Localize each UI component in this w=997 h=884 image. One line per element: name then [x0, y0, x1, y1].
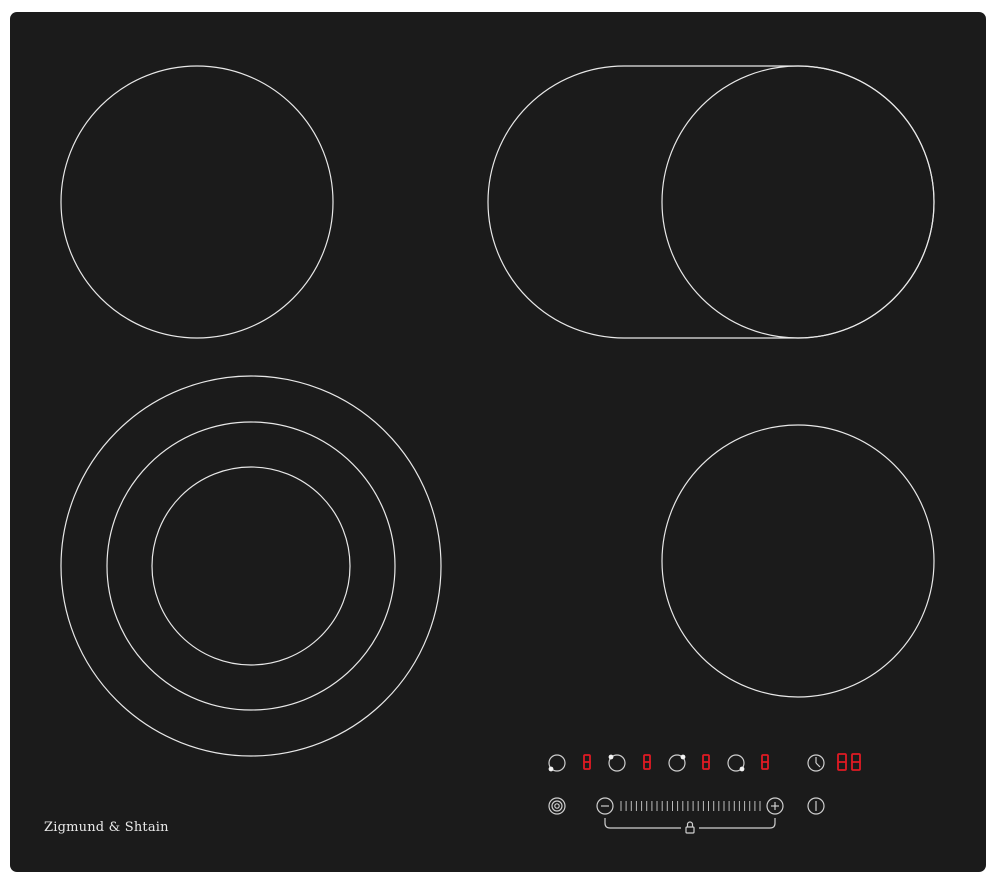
zone-selector-front-right[interactable]	[727, 754, 769, 772]
power-button[interactable]	[807, 797, 825, 815]
zone-front-left-outer	[60, 375, 442, 757]
zone-rear-left	[60, 65, 334, 339]
power-slider[interactable]	[620, 801, 761, 811]
lock-button[interactable]	[685, 821, 695, 834]
zone-rear-right-display	[702, 754, 710, 770]
zone-rear-left-display	[643, 754, 651, 770]
zone-selector-front-left[interactable]	[548, 754, 591, 772]
timer-button[interactable]	[807, 754, 825, 772]
zone-selector-rear-left[interactable]	[608, 754, 651, 772]
lock-icon	[685, 821, 695, 834]
timer-display	[837, 753, 861, 771]
lock-bracket-left	[604, 818, 681, 829]
plus-button[interactable]	[766, 797, 784, 815]
zone-rear-right-inner	[661, 65, 935, 339]
lock-bracket-right	[699, 818, 776, 829]
zone-front-left-display	[583, 754, 591, 770]
minus-button[interactable]	[596, 797, 614, 815]
zone-rear-right-outer	[487, 65, 935, 339]
zone-front-right	[661, 424, 935, 698]
zone-selector-rear-right[interactable]	[668, 754, 710, 772]
dual-ring-button[interactable]	[548, 797, 566, 815]
zone-front-left-middle	[106, 421, 396, 711]
brand-logo: Zigmund & Shtain	[44, 820, 169, 835]
zone-front-left-inner	[151, 466, 351, 666]
cooktop-surface	[60, 65, 935, 834]
zone-front-right-display	[761, 754, 769, 770]
